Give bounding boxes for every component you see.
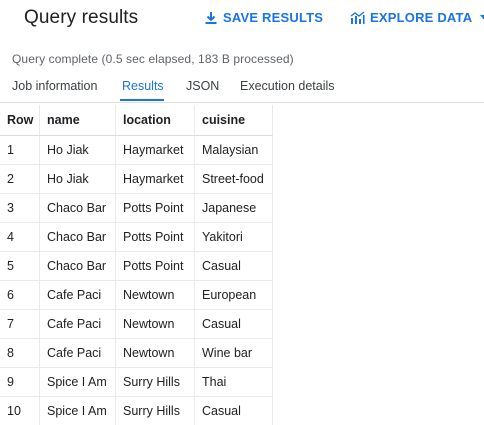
name-cell: Ho Jiak — [39, 164, 116, 194]
table-row: 8 Cafe Paci Newtown Wine bar — [0, 338, 273, 368]
column-header-name: name — [39, 105, 116, 136]
table-row: 10 Spice I Am Surry Hills Casual — [0, 396, 273, 425]
results-table: Row name location cuisine 1 Ho Jiak Haym… — [0, 105, 273, 425]
active-tab-indicator — [120, 99, 164, 101]
results-header: Query results SAVE RESULTS EXPLORE DATA — [0, 0, 484, 38]
cuisine-cell: Wine bar — [194, 338, 273, 368]
table-row: 4 Chaco Bar Potts Point Yakitori — [0, 222, 273, 252]
row-number-cell: 9 — [0, 367, 40, 397]
location-cell: Newtown — [115, 280, 195, 310]
name-cell: Cafe Paci — [39, 338, 116, 368]
location-cell: Potts Point — [115, 193, 195, 223]
name-cell: Chaco Bar — [39, 222, 116, 252]
name-cell: Chaco Bar — [39, 251, 116, 281]
row-number-cell: 1 — [0, 135, 40, 165]
tab-json[interactable]: JSON — [186, 79, 219, 93]
tab-results[interactable]: Results — [122, 79, 164, 93]
explore-data-label: EXPLORE DATA — [370, 10, 473, 25]
row-number-cell: 7 — [0, 309, 40, 339]
cuisine-cell: European — [194, 280, 273, 310]
tabs-divider — [0, 102, 484, 103]
location-cell: Potts Point — [115, 251, 195, 281]
cuisine-cell: Yakitori — [194, 222, 273, 252]
caret-down-icon[interactable] — [480, 14, 484, 21]
row-number-cell: 4 — [0, 222, 40, 252]
table-row: 9 Spice I Am Surry Hills Thai — [0, 367, 273, 397]
row-number-cell: 5 — [0, 251, 40, 281]
name-cell: Cafe Paci — [39, 309, 116, 339]
row-number-cell: 6 — [0, 280, 40, 310]
row-number-cell: 2 — [0, 164, 40, 194]
save-results-button[interactable]: SAVE RESULTS — [204, 10, 323, 25]
location-cell: Surry Hills — [115, 367, 195, 397]
location-cell: Newtown — [115, 309, 195, 339]
table-row: 5 Chaco Bar Potts Point Casual — [0, 251, 273, 281]
cuisine-cell: Casual — [194, 251, 273, 281]
column-header-location: location — [115, 105, 195, 136]
results-tabs: Job information Results JSON Execution d… — [0, 72, 484, 102]
row-number-cell: 8 — [0, 338, 40, 368]
save-results-label: SAVE RESULTS — [223, 10, 324, 25]
location-cell: Haymarket — [115, 135, 195, 165]
tab-job-information[interactable]: Job information — [12, 79, 97, 93]
location-cell: Potts Point — [115, 222, 195, 252]
query-results-panel: Query results SAVE RESULTS EXPLORE DATA … — [0, 0, 484, 425]
cuisine-cell: Malaysian — [194, 135, 273, 165]
cuisine-cell: Japanese — [194, 193, 273, 223]
explore-data-button[interactable]: EXPLORE DATA — [350, 10, 484, 25]
column-header-cuisine: cuisine — [194, 105, 273, 136]
table-row: 2 Ho Jiak Haymarket Street-food — [0, 164, 273, 194]
table-row: 3 Chaco Bar Potts Point Japanese — [0, 193, 273, 223]
name-cell: Cafe Paci — [39, 280, 116, 310]
table-header-row: Row name location cuisine — [0, 105, 273, 136]
location-cell: Newtown — [115, 338, 195, 368]
cuisine-cell: Street-food — [194, 164, 273, 194]
column-header-row: Row — [0, 105, 40, 136]
cuisine-cell: Thai — [194, 367, 273, 397]
name-cell: Chaco Bar — [39, 193, 116, 223]
location-cell: Haymarket — [115, 164, 195, 194]
name-cell: Ho Jiak — [39, 135, 116, 165]
name-cell: Spice I Am — [39, 396, 116, 425]
row-number-cell: 3 — [0, 193, 40, 223]
cuisine-cell: Casual — [194, 309, 273, 339]
table-row: 1 Ho Jiak Haymarket Malaysian — [0, 135, 273, 165]
row-number-cell: 10 — [0, 396, 40, 425]
name-cell: Spice I Am — [39, 367, 116, 397]
location-cell: Surry Hills — [115, 396, 195, 425]
tab-execution-details[interactable]: Execution details — [240, 79, 335, 93]
chart-icon — [350, 10, 365, 25]
page-title: Query results — [24, 7, 139, 28]
table-row: 6 Cafe Paci Newtown European — [0, 280, 273, 310]
cuisine-cell: Casual — [194, 396, 273, 425]
download-icon — [204, 11, 218, 25]
table-row: 7 Cafe Paci Newtown Casual — [0, 309, 273, 339]
query-status: Query complete (0.5 sec elapsed, 183 B p… — [12, 52, 294, 66]
